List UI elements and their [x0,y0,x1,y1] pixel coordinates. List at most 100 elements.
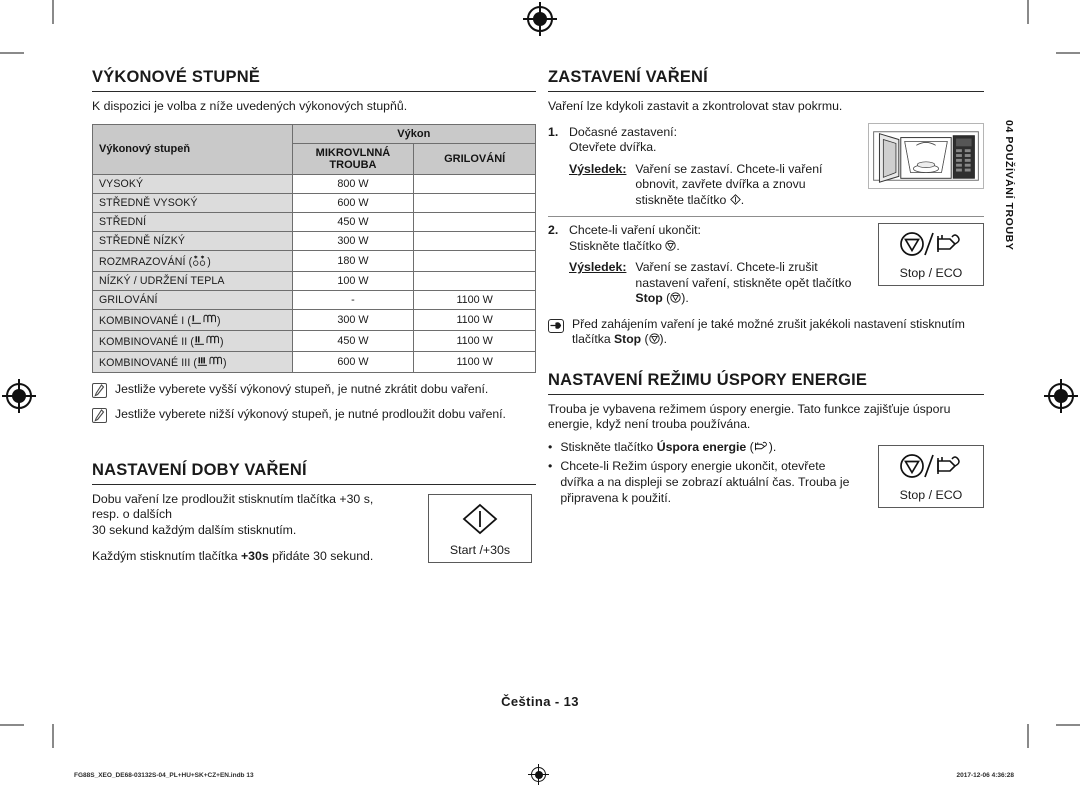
header-power-level: Výkonový stupeň [92,123,293,175]
stop-eco-icon [900,453,960,478]
microwave-power-value: 800 W [291,173,415,194]
table-row: NÍZKÝ / UDRŽENÍ TEPLA 100 W [92,270,536,291]
grill-power-value [413,249,536,272]
power-level-label: STŘEDNÍ [99,215,147,228]
grill-power-value [413,230,536,251]
bullet-char: • [548,439,553,454]
stop-eco-key-box-1[interactable]: Stop / ECO [878,223,984,286]
start-diamond-icon [729,193,741,205]
start-key-label: Start /+30s [449,542,511,557]
step-2-result-line-2: nastavení vaření, stiskněte opět tlačítk… [635,275,852,290]
power-level-label: GRILOVÁNÍ [99,293,158,306]
microwave-power-value: 300 W [291,308,415,331]
tip-row-cancel-settings: Před zahájením vaření je také možné zruš… [548,317,984,347]
stop-triangle-icon [670,292,681,303]
power-level-label-suffix: ) [220,335,224,348]
grill-power-value: 1100 W [413,308,536,331]
table-header-row-1: Výkonový stupeň Výkon [92,123,537,175]
power-level-name: GRILOVÁNÍ [92,289,293,310]
bullet-char: • [548,458,553,473]
power-levels-intro: K dispozici je volba z níže uvedených vý… [92,99,408,113]
eco-mode-heading: NASTAVENÍ REŽIMU ÚSPORY ENERGIE [548,371,984,395]
crop-mark-top-right-v [1027,0,1029,24]
page-number: Čeština - 13 [501,694,579,709]
step-2-line-2-pre: Stiskněte tlačítko [569,238,666,253]
tip-line-2-post: ). [659,331,667,346]
step-1-result-line-3-pre: stiskněte tlačítko [635,192,730,207]
power-level-label: VYSOKÝ [99,177,144,190]
microwave-power-value: 100 W [291,270,415,291]
stop-triangle-icon [648,332,660,344]
power-level-label: NÍZKÝ / UDRŽENÍ TEPLA [99,274,225,287]
oven-illustration-wrapper [868,122,984,194]
power-levels-heading: VÝKONOVÉ STUPNĚ [92,68,536,92]
step-1-result: Výsledek: Vaření se zastaví. Chcete-li v… [569,162,856,209]
combination-1-icon [191,313,217,326]
combination-2-icon [194,334,220,347]
crop-mark-top-right-h [1056,52,1080,54]
table-row: STŘEDNĚ NÍZKÝ 300 W [92,230,536,251]
power-level-label: STŘEDNĚ VYSOKÝ [99,196,198,209]
step-2-result: Výsledek: Vaření se zastaví. Chcete-li z… [569,260,852,305]
microwave-power-value: 180 W [291,249,415,272]
eco-bullet-2-line-3: připravena k použití. [560,490,672,505]
cooking-time-line-1: Dobu vaření lze prodloužit stisknutím tl… [92,491,374,506]
grill-power-value [413,270,536,291]
cooking-time-p2-pre: Každým stisknutím tlačítka [92,549,241,563]
note-pencil-icon [92,382,107,398]
step-2-line-2-post: . [676,238,680,253]
power-level-label-suffix: ) [216,314,221,327]
stop-eco-key-box-2[interactable]: Stop / ECO [878,444,984,508]
manual-page: VÝKONOVÉ STUPNĚ K dispozici je volba z n… [0,0,1080,792]
power-level-label-suffix: ) [207,255,211,268]
stop-eco-icon [900,232,960,256]
left-column: VÝKONOVÉ STUPNĚ K dispozici je volba z n… [92,68,537,571]
crop-mark-top-left-h [0,52,24,54]
microwave-oven-open-door-illustration [868,122,984,189]
start-key-box[interactable]: Start /+30s [428,493,532,563]
defrost-snowflake-icon [192,254,207,267]
table-row: KOMBINOVANÉ III () 600 W 1100 W [92,350,536,373]
header-grill: GRILOVÁNÍ [413,142,536,175]
power-level-name: STŘEDNĚ VYSOKÝ [92,192,293,213]
step-1-result-line-3-post: . [740,192,745,207]
cooking-time-p2-post: přidáte 30 sekund. [268,549,374,563]
microwave-power-value: 450 W [291,329,415,352]
step-1-line-2: Otevřete dvířka. [569,140,657,154]
table-row: VYSOKÝ 800 W [92,173,536,194]
power-levels-table-body: VYSOKÝ 800 W STŘEDNĚ VYSOKÝ 600 W STŘEDNÍ 450… [92,173,536,373]
power-level-label: STŘEDNĚ NÍZKÝ [99,234,186,247]
power-levels-table: Výkonový stupeň Výkon MIKROVLNNÁ TROUBA … [92,123,537,373]
power-level-label: KOMBINOVANÉ III ( [99,356,198,369]
grill-power-value: 1100 W [413,329,536,352]
right-column: ZASTAVENÍ VAŘENÍ Vaření lze kdykoli zast… [548,68,984,514]
tip-line-2-bold: Stop [614,331,642,346]
note-row-higher-power: Jestliže vyberete vyšší výkonový stupeň,… [92,382,536,398]
eco-intro-line-2: energie, když není trouba používána. [548,417,751,431]
power-level-name: NÍZKÝ / UDRŽENÍ TEPLA [92,270,293,291]
step-2-result-line-3-post: ). [681,291,689,305]
cooking-time-line-2: resp. o dalších [92,507,172,521]
chapter-side-tab-label: 04 POUŽÍVÁNÍ TROUBY [1003,120,1015,251]
table-row: GRILOVÁNÍ -1100 W [92,289,536,310]
header-microwave: MIKROVLNNÁ TROUBA [291,142,415,175]
microwave-power-value: 600 W [291,192,415,213]
result-label: Výsledek: [569,161,627,176]
step-1-number: 1. [548,124,559,139]
note-text: Jestliže vyberete vyšší výkonový stupeň,… [115,381,489,396]
note-text: Jestliže vyberete nižší výkonový stupeň,… [115,406,506,421]
cooking-time-heading: NASTAVENÍ DOBY VAŘENÍ [92,461,536,485]
crop-mark-bottom-right-h [1056,724,1080,726]
table-row: STŘEDNĚ VYSOKÝ 600 W [92,192,536,213]
note-pencil-icon [92,407,107,423]
step-1-result-line-1: Vaření se zastaví. Chcete-li vaření [635,161,823,176]
table-row: ROZMRAZOVÁNÍ () 180 W [92,249,536,272]
microwave-power-value: - [291,289,415,310]
eco-bullet-1-post: ). [768,439,777,454]
power-level-name: STŘEDNÍ [92,211,293,232]
step-2-result-stop-bold: Stop [635,291,663,305]
combination-3-icon [197,355,223,368]
table-row: KOMBINOVANÉ I () 300 W 1100 W [92,308,536,331]
eco-bullet-2: • Chcete-li Režim úspory energie ukončit… [548,458,864,506]
power-level-label: ROZMRAZOVÁNÍ ( [99,255,193,268]
